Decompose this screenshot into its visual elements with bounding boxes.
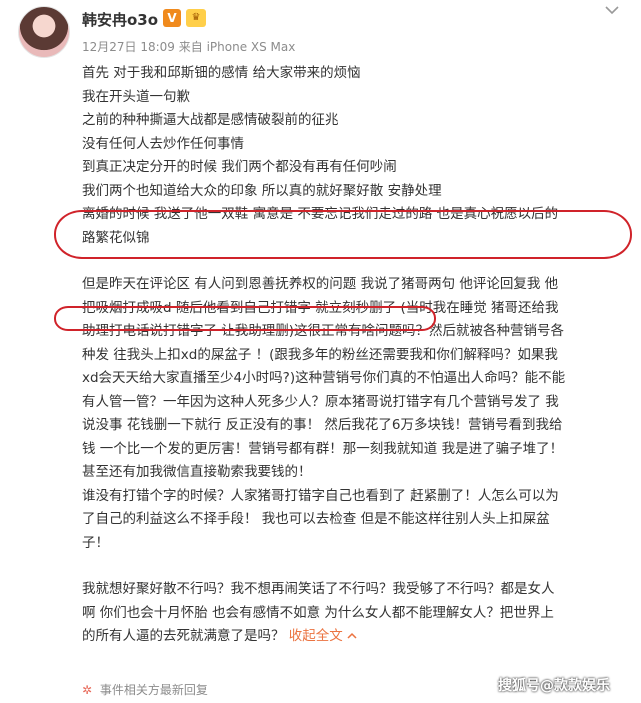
- post-line: 啊 你们也会十月怀胎 也会有感情不如意 为什么女人都不能理解女人？把世界上: [82, 604, 554, 621]
- chevron-up-icon[interactable]: [347, 631, 357, 641]
- post-line: 钱 一个比一个发的更厉害！营销号都有群！那一刻我就知道 我是进了骗子堆了！: [82, 440, 564, 457]
- verified-badge-icon: V: [163, 9, 181, 27]
- post-line: 我就想好聚好散不行吗？我不想再闹笑话了不行吗？我受够了不行吗？都是女人: [82, 581, 555, 597]
- post-line: 我们两个也知道给大众的印象 所以真的就好聚好散 安静处理: [82, 182, 442, 199]
- post-line: 种发 往我头上扣xd的屎盆子 ！(跟我多年的粉丝还需要我和你们解释吗？如果我: [82, 346, 558, 363]
- highlight-oval-typo: [54, 306, 436, 331]
- post-line: 首先 对于我和邱斯钿的感情 给大家带来的烦恼: [82, 65, 361, 81]
- post-line: 子！: [82, 534, 109, 551]
- post-line: 到真正决定分开的时候 我们两个都没有再有任何吵闹: [82, 159, 397, 175]
- post-line: 甚至还有加我微信直接勒索我要钱的！: [82, 464, 312, 480]
- avatar[interactable]: [18, 6, 70, 58]
- post-line: 没有任何人去炒作任何事情: [82, 135, 244, 152]
- post-line: 了自己的利益这么不择手段！ 我也可以去检查 但是不能这样往别人头上扣屎盆: [82, 511, 550, 527]
- post-line: 之前的种种撕逼大战都是感情破裂前的征兆: [82, 112, 339, 128]
- related-updates-row[interactable]: ✲ 事件相关方最新回复: [82, 681, 208, 698]
- post-meta: 12月27日 18:09 来自 iPhone XS Max: [82, 40, 296, 54]
- highlight-oval-divorce: [54, 210, 632, 259]
- member-crown-icon: ♛: [186, 9, 206, 27]
- post-line-last: 的所有人逼的去死就满意了是吗？ 收起全文: [82, 625, 630, 649]
- post-line: 说没事 花钱删一下就行 反正没有的事！ 然后我花了6万多块钱！营销号看到我给: [82, 417, 563, 433]
- related-updates-link[interactable]: 事件相关方最新回复: [100, 683, 208, 697]
- collapse-link[interactable]: 收起全文: [289, 628, 343, 644]
- post-line: 有人管一管？一年因为这种人死多少人？原本猪哥说打错字有几个营销号发了 我: [82, 393, 559, 410]
- asterisk-icon: ✲: [82, 683, 93, 697]
- watermark: 搜狐号@款款娱乐: [498, 678, 610, 694]
- chevron-down-icon[interactable]: [605, 5, 619, 15]
- post-line-text: 的所有人逼的去死就满意了是吗？: [82, 628, 285, 644]
- post-line: 谁没有打错个字的时候？人家猪哥打错字自己也看到了 赶紧删了！人怎么可以为: [82, 487, 559, 504]
- post-line: xd会天天给大家直播至少4小时吗?)这种营销号你们真的不怕逼出人命吗？能不能: [82, 370, 566, 386]
- post-line: 我在开头道一句歉: [82, 88, 190, 105]
- post-line: 但是昨天在评论区 有人问到恩善抚养权的问题 我说了猪哥两句 他评论回复我 他: [82, 276, 559, 292]
- post-body: 首先 对于我和邱斯钿的感情 给大家带来的烦恼 我在开头道一句歉 之前的种种撕逼大…: [82, 62, 630, 649]
- username[interactable]: 韩安冉o3o: [82, 9, 158, 30]
